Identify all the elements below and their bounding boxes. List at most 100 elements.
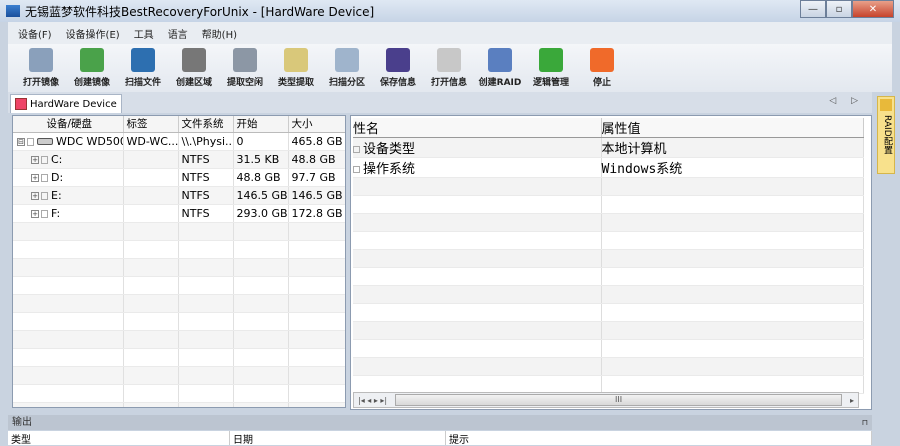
- open-image-icon: [29, 48, 53, 72]
- expand-toggle-icon[interactable]: ⊟: [17, 137, 25, 146]
- menu-item[interactable]: 设备操作(E): [66, 26, 120, 41]
- cell-text: NTFS: [181, 206, 210, 220]
- table-row[interactable]: + E: NTFS 146.5 GB 146.5 GB: [13, 186, 345, 205]
- property-row[interactable]: [353, 213, 864, 232]
- table-row[interactable]: [13, 330, 345, 349]
- expand-toggle-icon[interactable]: +: [31, 191, 39, 200]
- menu-item[interactable]: 工具: [134, 26, 154, 41]
- table-row[interactable]: [13, 402, 345, 407]
- expand-icon: [353, 166, 360, 173]
- property-row[interactable]: [353, 321, 864, 340]
- cell-size: [288, 402, 345, 407]
- table-row[interactable]: [13, 366, 345, 385]
- property-row[interactable]: [353, 339, 864, 358]
- table-row[interactable]: [13, 294, 345, 313]
- close-button[interactable]: ✕: [852, 0, 894, 18]
- property-row[interactable]: [353, 375, 864, 394]
- toolbar-button-scan-file[interactable]: 扫描文件: [118, 44, 168, 92]
- cell-name: + C:: [13, 150, 124, 169]
- column-header[interactable]: 标签: [123, 116, 179, 133]
- toolbar-button-scan-partition[interactable]: 扫描分区: [322, 44, 372, 92]
- toolbar-button-logic-manage[interactable]: 逻辑管理: [526, 44, 576, 92]
- table-row[interactable]: [13, 276, 345, 295]
- table-row[interactable]: [13, 240, 345, 259]
- cell-start: [233, 276, 289, 295]
- toolbar-button-save-info[interactable]: 保存信息: [373, 44, 423, 92]
- pin-icon[interactable]: ⊓: [862, 415, 868, 430]
- window-title: 无锡蓝梦软件科技BestRecoveryForUnix - [HardWare …: [25, 4, 375, 19]
- menu-item[interactable]: 设备(F): [18, 26, 52, 41]
- cell-size: [288, 294, 345, 313]
- toolbar-button-open-image[interactable]: 打开镜像: [16, 44, 66, 92]
- property-row[interactable]: [353, 303, 864, 322]
- property-value: [601, 177, 864, 196]
- property-row[interactable]: [353, 231, 864, 250]
- toolbar-button-stop[interactable]: 停止: [577, 44, 627, 92]
- scroll-right-arrow[interactable]: ▸: [846, 396, 858, 405]
- property-name: [353, 339, 602, 358]
- table-row[interactable]: ⊟ WDC WD500... WD-WC...\\.\Physi...0 465.8 …: [13, 132, 345, 151]
- cell-text: D:: [51, 170, 64, 184]
- table-row[interactable]: + D: NTFS 48.8 GB 97.7 GB: [13, 168, 345, 187]
- property-row[interactable]: [353, 357, 864, 376]
- cell-start: [233, 294, 289, 313]
- cell-name: [13, 384, 124, 403]
- column-header[interactable]: 开始: [233, 116, 289, 133]
- toolbar: 打开镜像 创建镜像 扫描文件 创建区域 提取空闲 类型提取 扫描分区 保存信息 打开信息 创建RA…: [8, 44, 892, 92]
- property-value: [601, 267, 864, 286]
- cell-name: [13, 294, 124, 313]
- lock-icon: [41, 209, 48, 218]
- scroll-thumb[interactable]: III: [395, 394, 842, 406]
- tab-hardware-device[interactable]: HardWare Device: [10, 94, 122, 113]
- hardware-icon: [15, 98, 27, 110]
- expand-toggle-icon[interactable]: +: [31, 173, 39, 182]
- column-header[interactable]: 大小: [288, 116, 345, 133]
- cell-name: [13, 402, 124, 407]
- horizontal-scrollbar[interactable]: |◂ ◂ ▸ ▸| III ▸: [353, 392, 859, 408]
- column-header[interactable]: 设备/硬盘: [13, 116, 124, 133]
- table-row[interactable]: [13, 384, 345, 403]
- table-row[interactable]: [13, 258, 345, 277]
- lock-icon: [41, 155, 48, 164]
- table-row[interactable]: + C: NTFS 31.5 KB 48.8 GB: [13, 150, 345, 169]
- table-row[interactable]: [13, 312, 345, 331]
- maximize-button[interactable]: ▫: [826, 0, 852, 18]
- side-tab-raid-config[interactable]: RAID配置: [877, 96, 895, 174]
- property-row[interactable]: [353, 267, 864, 286]
- property-row[interactable]: [353, 177, 864, 196]
- expand-toggle-icon[interactable]: +: [31, 155, 39, 164]
- table-row[interactable]: + F: NTFS 293.0 GB 172.8 GB: [13, 204, 345, 223]
- toolbar-button-create-raid[interactable]: 创建RAID: [475, 44, 525, 92]
- property-name: [353, 267, 602, 286]
- toolbar-button-extract-free[interactable]: 提取空闲: [220, 44, 270, 92]
- menu-item[interactable]: 帮助(H): [202, 26, 237, 41]
- property-row[interactable]: [353, 195, 864, 214]
- cell-label: [123, 222, 179, 241]
- toolbar-button-create-region[interactable]: 创建区域: [169, 44, 219, 92]
- table-row[interactable]: [13, 222, 345, 241]
- property-row[interactable]: [353, 249, 864, 268]
- create-region-icon: [182, 48, 206, 72]
- toolbar-button-open-info[interactable]: 打开信息: [424, 44, 474, 92]
- property-value: [601, 375, 864, 394]
- menu-item[interactable]: 语言: [168, 26, 188, 41]
- cell-text: 48.8 GB: [236, 170, 281, 184]
- expand-toggle-icon[interactable]: +: [31, 209, 39, 218]
- toolbar-button-type-extract[interactable]: 类型提取: [271, 44, 321, 92]
- column-header[interactable]: 文件系统: [178, 116, 234, 133]
- toolbar-button-create-image[interactable]: 创建镜像: [67, 44, 117, 92]
- property-row[interactable]: 操作系统 Windows系统: [353, 157, 864, 178]
- cell-fs: [178, 258, 234, 277]
- cell-label: [123, 276, 179, 295]
- toolbar-label: 保存信息: [379, 78, 416, 88]
- column-header[interactable]: 性名: [353, 118, 602, 138]
- property-row[interactable]: 设备类型 本地计算机: [353, 137, 864, 158]
- cell-label: [123, 402, 179, 407]
- minimize-button[interactable]: —: [800, 0, 826, 18]
- column-header[interactable]: 属性值: [601, 118, 864, 138]
- cell-size: 172.8 GB: [288, 204, 345, 223]
- record-nav-buttons[interactable]: |◂ ◂ ▸ ▸|: [354, 396, 391, 405]
- table-row[interactable]: [13, 348, 345, 367]
- property-row[interactable]: [353, 285, 864, 304]
- tab-scroll-arrows[interactable]: ◁ ▷: [829, 96, 864, 106]
